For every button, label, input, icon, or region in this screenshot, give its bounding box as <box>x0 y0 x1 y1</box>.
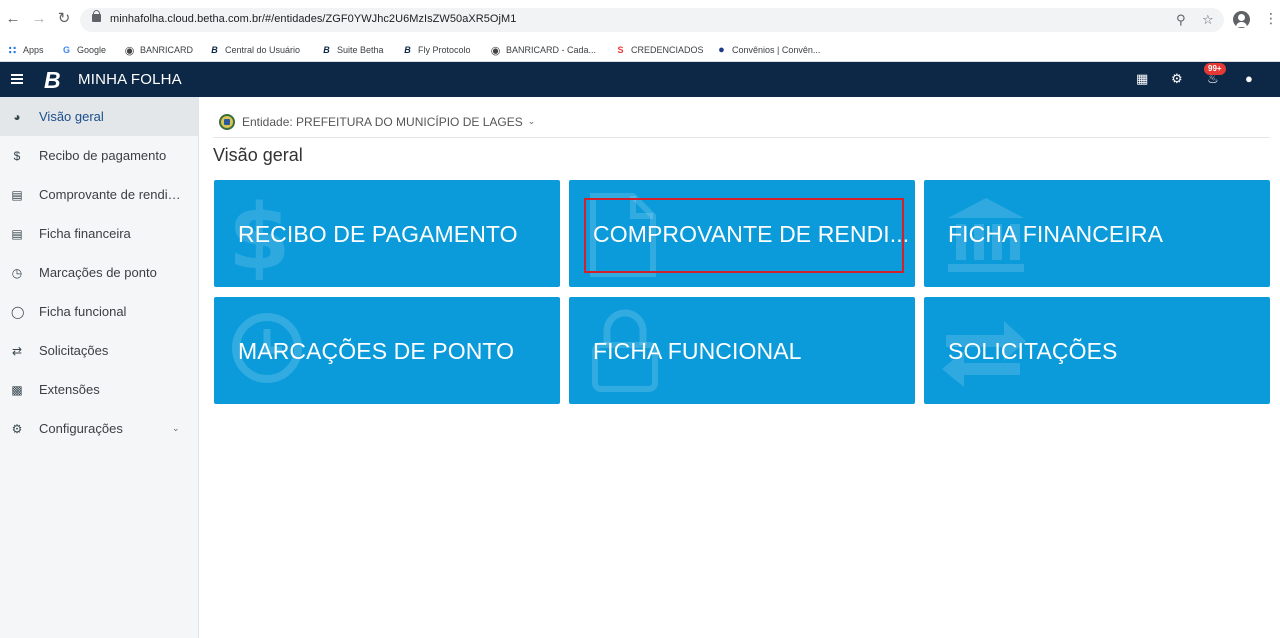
tile-label: SOLICITAÇÕES <box>948 338 1118 364</box>
bookmark-banricard-cadastro[interactable]: ◉ BANRICARD - Cada... <box>490 41 596 59</box>
lock-icon <box>92 10 101 22</box>
menu-kebab-icon[interactable]: ⋮ <box>1264 11 1278 25</box>
sidebar-item-label: Visão geral <box>39 109 104 124</box>
reload-icon[interactable]: ↻ <box>56 11 72 27</box>
sidebar-item-label: Recibo de pagamento <box>39 148 167 163</box>
betha-icon: B <box>323 45 330 55</box>
globe-icon: ◉ <box>490 44 501 57</box>
bookmark-banricard[interactable]: ◉ BANRICARD <box>124 41 193 59</box>
bookmark-google[interactable]: G Google <box>61 41 106 59</box>
browser-toolbar: ← → ↻ minhafolha.cloud.betha.com.br/#/en… <box>0 0 1280 38</box>
sidebar-item-configuracoes[interactable]: ⚙ Configurações ⌄ <box>0 409 198 448</box>
bookmark-convenios[interactable]: ● Convênios | Convên... <box>716 41 820 59</box>
sidebar-item-visao-geral[interactable]: ◕ Visão geral <box>0 97 198 136</box>
cogs-icon[interactable]: ⚙ <box>1171 71 1183 87</box>
betha-icon: B <box>404 45 411 55</box>
bookmark-label: Fly Protocolo <box>418 45 471 55</box>
star-icon[interactable]: ☆ <box>1202 12 1214 28</box>
tile-ficha-financeira[interactable]: FICHA FINANCEIRA <box>924 180 1270 287</box>
sidebar-item-marcacoes-ponto[interactable]: ◷ Marcações de ponto <box>0 253 198 292</box>
betha-logo-icon: B <box>44 67 61 93</box>
entity-name: Entidade: PREFEITURA DO MUNICÍPIO DE LAG… <box>242 114 523 129</box>
bookmark-central-usuario[interactable]: B Central do Usuário <box>209 41 300 59</box>
sidebar: ◕ Visão geral $ Recibo de pagamento ▤ Co… <box>0 97 199 638</box>
google-icon: G <box>62 45 70 55</box>
cogs-icon: ⚙ <box>11 421 23 436</box>
transfer-arrows-icon: ⇄ <box>11 343 23 358</box>
chevron-down-icon: ⌄ <box>527 116 536 126</box>
user-icon[interactable]: ● <box>1245 71 1253 87</box>
sidebar-item-comprovante-rendimentos[interactable]: ▤ Comprovante de rendimentos <box>0 175 198 214</box>
entity-emblem-icon <box>219 113 235 130</box>
document-icon: ▤ <box>11 187 23 202</box>
tile-marcacoes-ponto[interactable]: MARCAÇÕES DE PONTO <box>214 297 560 404</box>
globe-icon: ◉ <box>124 44 135 57</box>
sidebar-item-solicitacoes[interactable]: ⇄ Solicitações <box>0 331 198 370</box>
bookmark-apps[interactable]: ∷ Apps <box>7 41 44 59</box>
sidebar-item-label: Ficha funcional <box>39 304 127 319</box>
tile-ficha-funcional[interactable]: FICHA FUNCIONAL <box>569 297 915 404</box>
bookmark-label: CREDENCIADOS <box>631 45 704 55</box>
bookmark-label: BANRICARD <box>140 45 194 55</box>
bookmark-suite-betha[interactable]: B Suite Betha <box>321 41 384 59</box>
bookmarks-bar: ∷ Apps G Google ◉ BANRICARD B Central do… <box>0 38 1280 62</box>
bookmark-label: Google <box>77 45 107 55</box>
app-title: MINHA FOLHA <box>78 71 182 88</box>
forward-icon[interactable]: → <box>31 11 47 27</box>
tile-label: FICHA FINANCEIRA <box>948 221 1164 247</box>
bookmark-label: Convênios | Convên... <box>732 45 821 55</box>
user-icon: ◯ <box>11 304 25 319</box>
sidebar-item-label: Comprovante de rendimentos <box>39 187 191 202</box>
bookmark-label: Central do Usuário <box>225 45 301 55</box>
tile-recibo-pagamento[interactable]: $ RECIBO DE PAGAMENTO <box>214 180 560 287</box>
notification-badge: 99+ <box>1204 63 1226 75</box>
sidebar-item-label: Extensões <box>39 382 100 397</box>
page-title: Visão geral <box>213 145 303 165</box>
tile-label: FICHA FUNCIONAL <box>593 338 802 364</box>
bookmark-credenciados[interactable]: S CREDENCIADOS <box>615 41 704 59</box>
sidebar-item-label: Marcações de ponto <box>39 265 157 280</box>
sidebar-item-ficha-financeira[interactable]: ▤ Ficha financeira <box>0 214 198 253</box>
sidebar-item-ficha-funcional[interactable]: ◯ Ficha funcional <box>0 292 198 331</box>
tile-solicitacoes[interactable]: SOLICITAÇÕES <box>924 297 1270 404</box>
bookmark-label: BANRICARD - Cada... <box>506 45 597 55</box>
hamburger-menu-icon[interactable] <box>11 74 23 84</box>
betha-icon: B <box>211 45 218 55</box>
apps-grid-icon[interactable]: ▦ <box>1136 71 1148 87</box>
bookmark-label: Suite Betha <box>337 45 384 55</box>
sidebar-item-extensoes[interactable]: ▩ Extensões <box>0 370 198 409</box>
bank-icon: ▤ <box>11 226 23 241</box>
sidebar-item-recibo-pagamento[interactable]: $ Recibo de pagamento <box>0 136 198 175</box>
tile-label: MARCAÇÕES DE PONTO <box>238 338 515 364</box>
entity-selector[interactable]: Entidade: PREFEITURA DO MUNICÍPIO DE LAG… <box>213 106 1270 138</box>
apps-grid-icon: ∷ <box>8 44 17 57</box>
credenciados-icon: S <box>617 45 624 55</box>
url-text[interactable]: minhafolha.cloud.betha.com.br/#/entidade… <box>110 13 516 25</box>
zoom-icon[interactable]: ⚲ <box>1176 12 1186 28</box>
sidebar-item-label: Ficha financeira <box>39 226 131 241</box>
puzzle-icon: ▩ <box>11 382 23 397</box>
profile-icon[interactable] <box>1233 11 1250 28</box>
app-header: B MINHA FOLHA ▦ ⚙ ♨ ● <box>0 62 1280 97</box>
bookmark-label: Apps <box>23 45 44 55</box>
chevron-down-icon[interactable]: ⌄ <box>172 423 180 434</box>
sidebar-item-label: Configurações <box>39 421 123 436</box>
clock-icon: ◷ <box>11 265 23 280</box>
tile-label: COMPROVANTE DE RENDI... <box>593 221 910 247</box>
tile-comprovante-rendimentos[interactable]: COMPROVANTE DE RENDI... <box>569 180 915 287</box>
bookmark-fly-protocolo[interactable]: B Fly Protocolo <box>402 41 471 59</box>
pie-chart-icon: ◕ <box>13 109 21 124</box>
dollar-icon: $ <box>13 148 21 163</box>
convenios-icon: ● <box>718 44 725 56</box>
tile-label: RECIBO DE PAGAMENTO <box>238 221 518 247</box>
sidebar-item-label: Solicitações <box>39 343 109 358</box>
back-icon[interactable]: ← <box>5 11 21 27</box>
address-bar[interactable]: minhafolha.cloud.betha.com.br/#/entidade… <box>80 8 1224 32</box>
